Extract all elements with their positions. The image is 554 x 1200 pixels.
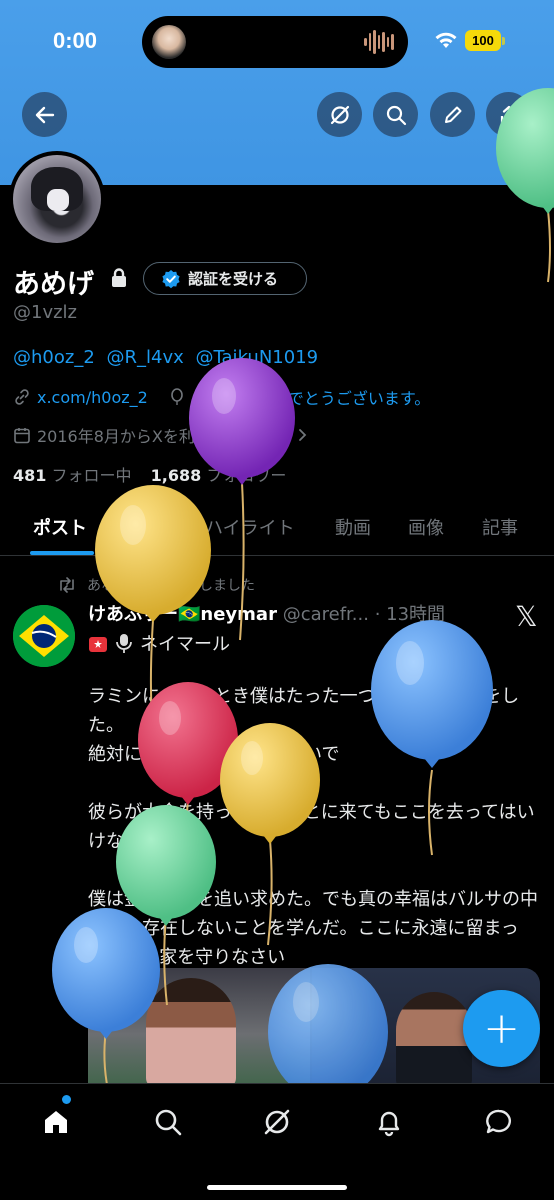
tab-videos[interactable]: 動画 (335, 514, 371, 540)
followers-link[interactable]: 1,688 フォロワー (151, 466, 287, 485)
calendar-icon (14, 428, 30, 444)
back-button[interactable] (22, 92, 67, 137)
avatar-image (13, 155, 101, 243)
audio-wave-icon (364, 28, 395, 56)
chevron-right-icon (299, 429, 307, 441)
bell-icon (378, 1111, 400, 1137)
post-subject: ネイマール (140, 634, 230, 655)
bio-mentions: @h0oz_2 @R_l4vx @TaikuN1019 (13, 347, 324, 368)
nav-notifications[interactable] (369, 1102, 409, 1142)
birthday-message[interactable]: お誕生日おめでとうございます。 (192, 385, 430, 409)
get-verified-label: 認証を受ける (188, 270, 279, 288)
post-time[interactable]: 13時間 (386, 604, 445, 625)
siren-icon (89, 637, 107, 652)
post-paragraph: 彼らが大金を持って君のもとに来てもここを去ってはいけない。 (88, 802, 535, 852)
grok-icon (330, 105, 349, 124)
following-count: 481 (13, 466, 47, 485)
x-logo-icon: 𝕏 (515, 600, 538, 633)
dynamic-island[interactable] (142, 16, 408, 68)
brazil-flag-avatar (13, 605, 75, 667)
joined-date[interactable]: 2016年8月からXを利用しています (13, 423, 308, 447)
share-button[interactable] (486, 92, 531, 137)
battery-level: 100 (465, 30, 501, 51)
get-verified-button[interactable]: 認証を受ける (143, 262, 307, 295)
website-link[interactable]: x.com/h0oz_2 (37, 388, 148, 407)
post-author-handle[interactable]: @carefr... (283, 604, 369, 625)
tab-highlights[interactable]: ハイライト (205, 514, 295, 540)
active-tab-indicator (30, 551, 94, 555)
bottom-nav (0, 1083, 554, 1200)
verified-badge-icon (162, 269, 180, 288)
profile-avatar[interactable] (9, 151, 105, 247)
tab-posts[interactable]: ポスト (33, 514, 87, 540)
home-indicator[interactable] (207, 1185, 347, 1190)
lock-icon (110, 268, 128, 292)
search-button[interactable] (373, 92, 418, 137)
following-link[interactable]: 481 フォロー中 (13, 466, 132, 485)
mention-link[interactable]: @TaikuN1019 (196, 347, 319, 368)
grok-icon (264, 1109, 290, 1135)
profile-tabs: ポスト 返信 ハイライト 動画 画像 記事 (0, 500, 554, 556)
post-paragraph: 僕は金と栄光を追い求めた。でも真の幸福はバルサの中にしか存在しないことを学んだ。… (88, 889, 538, 968)
repost-icon (60, 577, 74, 593)
grok-button[interactable] (317, 92, 362, 137)
message-icon (486, 1109, 511, 1134)
post-author-name[interactable]: けあふりー🇧🇷neymar (88, 604, 277, 625)
status-time: 0:00 (53, 28, 98, 53)
followers-label: フォロワー (206, 466, 287, 485)
profile-meta-row: x.com/h0oz_2 お誕生日おめでとうございます。 (13, 385, 430, 409)
mention-link[interactable]: @R_l4vx (107, 347, 184, 368)
post-separator: · (374, 604, 381, 625)
repost-label: あなたがリポストしました (87, 578, 255, 594)
balloon-icon (171, 388, 183, 405)
followers-count: 1,688 (150, 466, 202, 485)
microphone-icon (116, 634, 132, 653)
edit-icon (444, 106, 461, 123)
nav-messages[interactable] (479, 1102, 519, 1142)
tab-photos[interactable]: 画像 (408, 514, 444, 540)
link-icon (15, 389, 29, 405)
compose-post-button[interactable]: + (463, 990, 540, 1067)
post-paragraph: ラミンに会ったとき僕はたった一つのアドバイスをした。 絶対にバルセロナを去らない… (88, 686, 520, 765)
repost-indicator: あなたがリポストしました (57, 575, 255, 595)
photo-person-right (396, 992, 472, 1088)
post-header: けあふりー🇧🇷neymar @carefr... · 13時間 (88, 600, 445, 626)
arrow-left-icon (35, 106, 54, 123)
profile-handle: @1vzlz (13, 302, 78, 323)
post-author-avatar[interactable] (13, 605, 75, 667)
search-icon (155, 1109, 182, 1136)
battery-tip (502, 37, 505, 45)
edit-button[interactable] (430, 92, 475, 137)
tab-articles[interactable]: 記事 (482, 514, 518, 540)
follow-stats: 481 フォロー中 1,688 フォロワー (13, 462, 286, 486)
home-unread-dot (62, 1095, 71, 1104)
tab-replies[interactable]: 返信 (128, 514, 164, 540)
joined-text: 2016年8月からXを利用しています (37, 427, 291, 446)
display-name: あめげ (13, 269, 94, 300)
post-text: ラミンに会ったとき僕はたった一つのアドバイスをした。 絶対にバルセロナを去らない… (88, 682, 538, 1001)
search-icon (386, 105, 406, 125)
nav-search[interactable] (148, 1102, 188, 1142)
following-label: フォロー中 (51, 466, 132, 485)
nav-grok[interactable] (257, 1102, 297, 1142)
mention-link[interactable]: @h0oz_2 (13, 347, 95, 368)
nav-home[interactable] (36, 1102, 76, 1142)
wifi-icon (434, 30, 458, 54)
now-playing-avatar (152, 25, 186, 59)
share-icon (500, 105, 517, 124)
post-first-line: ネイマール (88, 630, 230, 656)
photo-person-left (146, 978, 236, 1088)
home-icon (45, 1111, 67, 1133)
